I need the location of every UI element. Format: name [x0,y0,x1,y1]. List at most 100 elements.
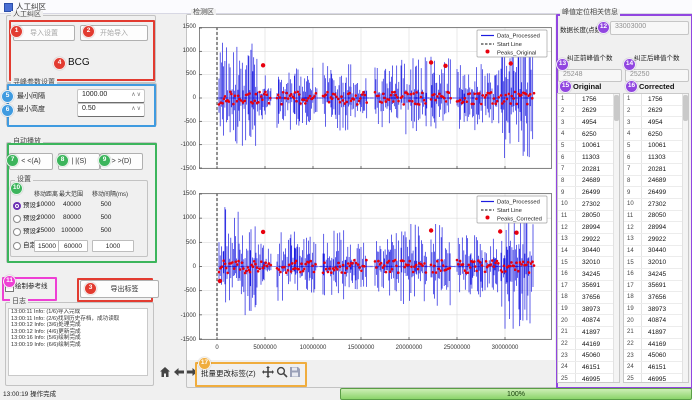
group-manual-title: 人工纠区 [11,11,43,19]
table-row[interactable]: 22629 [624,106,688,118]
y-tick-label: -1000 [170,141,196,149]
table-row[interactable]: 926499 [558,187,619,199]
table-row[interactable]: 2345060 [558,350,619,362]
table-row[interactable]: 1634245 [558,269,619,281]
table-row[interactable]: 1532010 [558,257,619,269]
min-interval-value[interactable]: 1000.00 [82,91,107,98]
table-row[interactable]: 34954 [558,117,619,129]
table-row[interactable]: 1329922 [558,234,619,246]
min-height-label: 最小高度 [17,105,45,114]
table-row[interactable]: 824689 [558,176,619,188]
x-tick-label: 15000000 [336,344,386,352]
table-row[interactable]: 11756 [558,94,619,106]
table-row[interactable]: 611303 [558,152,619,164]
table-row[interactable]: 1128050 [624,211,688,223]
table-row[interactable]: 2446151 [558,362,619,374]
table-row[interactable]: 611303 [624,152,688,164]
table-row[interactable]: 2446151 [624,362,688,374]
table-row[interactable]: 1735691 [558,281,619,293]
table-row[interactable]: 2546995 [558,374,619,383]
annotation-circle-10: 10 [10,182,23,195]
forward-icon[interactable] [186,366,198,378]
table-row[interactable]: 1938973 [558,304,619,316]
preset-value: 20000 [35,213,57,223]
table-row[interactable]: 1532010 [624,257,688,269]
table-row[interactable]: 2040874 [624,315,688,327]
table-row[interactable]: 1329922 [624,234,688,246]
table-row[interactable]: 1735691 [624,281,688,293]
log-list[interactable]: 13:00:11 Info: (1/6)导入完成13:00:11 Info: (… [8,308,148,376]
spinner-arrows-icon[interactable]: ∧∨ [131,105,142,112]
y-tick-label: 0 [170,94,196,102]
zoom-icon[interactable] [276,366,288,378]
custom-value-input[interactable]: 15000 [34,240,60,252]
save-icon[interactable] [289,366,301,378]
table-row[interactable]: 11756 [624,94,688,106]
spinner-arrows-icon[interactable]: ∧∨ [131,91,142,98]
plot-original-peaks[interactable]: Data_ProcessedStart LinePeaks_Original [199,27,552,169]
table-row[interactable]: 2141897 [558,327,619,339]
table-row[interactable]: 1128050 [558,211,619,223]
data-length-field[interactable]: 33003000 [610,21,689,35]
home-icon[interactable] [159,366,171,378]
min-interval-spinbox[interactable]: 1000.00 ∧∨ [77,89,145,103]
table-row[interactable]: 720281 [624,164,688,176]
y-tick-label: 1000 [170,47,196,55]
preset-value: 500 [92,213,120,223]
table-row[interactable]: 1938973 [624,304,688,316]
preset-value: 100000 [60,226,84,236]
table-row[interactable]: 34954 [624,117,688,129]
batch-change-labels-button[interactable]: 批量更改标签(Z) [201,368,256,379]
table-row[interactable]: 46250 [624,129,688,141]
annotation-circle-17: 17 [198,357,211,370]
table-row[interactable]: 1634245 [624,269,688,281]
preset-value: 10000 [35,200,57,210]
preset-radio[interactable] [13,228,21,236]
table-row[interactable]: 1430440 [558,246,619,258]
table-row[interactable]: 2244169 [624,339,688,351]
table-row[interactable]: 1837656 [624,292,688,304]
table-row[interactable]: 720281 [558,164,619,176]
scrollbar-thumb[interactable] [683,95,688,121]
custom-value-input[interactable]: 60000 [58,240,88,252]
table-row[interactable]: 1027302 [624,199,688,211]
table-row[interactable]: 2141897 [624,327,688,339]
custom-value-input[interactable]: 1000 [92,240,134,252]
preset-radio[interactable] [13,202,21,210]
table-row[interactable]: 2345060 [624,350,688,362]
preset-radio[interactable] [13,215,21,223]
min-height-spinbox[interactable]: 0.50 ∧∨ [77,103,145,117]
table-row[interactable]: 926499 [624,187,688,199]
table-scrollbar[interactable] [682,94,688,382]
pan-icon[interactable] [262,366,274,378]
table-row[interactable]: 510061 [624,141,688,153]
settings-col-header: 最大范围 [57,191,85,199]
table-row[interactable]: 2546995 [624,374,688,383]
table-row[interactable]: 824689 [624,176,688,188]
plot-corrected-peaks[interactable]: Data_ProcessedStart LinePeaks_Corrected [199,193,552,340]
y-tick-label: -500 [170,287,196,295]
corrected-peaks-table[interactable]: 1175622629349544625051006161130372028182… [623,93,689,383]
group-peak-params-title: 寻峰参数设置 [11,79,57,87]
table-row[interactable]: 1228994 [558,222,619,234]
original-peaks-table[interactable]: 1175622629349544625051006161130372028182… [557,93,620,383]
table-row[interactable]: 1837656 [558,292,619,304]
table-row[interactable]: 510061 [558,141,619,153]
back-icon[interactable] [173,366,185,378]
x-tick-label: 30000000 [480,344,530,352]
log-line: 13:00:11 Info: (1/6)导入完成 [9,309,147,316]
table-scrollbar[interactable] [613,94,619,382]
table-row[interactable]: 1027302 [558,199,619,211]
table-row[interactable]: 2040874 [558,315,619,327]
table-row[interactable]: 1430440 [624,246,688,258]
scrollbar-thumb[interactable] [614,95,619,121]
table-row[interactable]: 22629 [558,106,619,118]
table-row[interactable]: 2244169 [558,339,619,351]
table-row[interactable]: 1228994 [624,222,688,234]
preset-radio[interactable] [13,242,21,250]
app-window: 人工纠区 人工纠区 导入设置 开始导入 BCG 寻峰参数设置 最小间隔 1000… [0,0,692,400]
y-tick-label: 500 [170,239,196,247]
min-height-value[interactable]: 0.50 [82,105,96,112]
annotation-circle-13: 13 [556,58,569,71]
table-row[interactable]: 46250 [558,129,619,141]
